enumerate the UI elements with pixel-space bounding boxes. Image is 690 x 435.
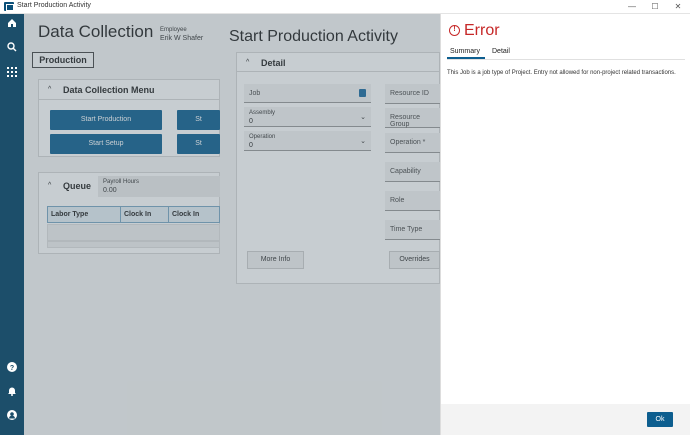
sidebar: ?: [0, 14, 24, 435]
bell-icon[interactable]: [0, 386, 24, 402]
search-icon[interactable]: [0, 42, 24, 58]
error-message: This Job is a job type of Project. Entry…: [447, 70, 676, 76]
apps-icon[interactable]: [0, 67, 24, 83]
help-icon[interactable]: ?: [0, 362, 24, 378]
ok-button[interactable]: Ok: [647, 412, 673, 427]
svg-text:?: ?: [10, 365, 14, 372]
error-dialog: ! Error Summary Detail This Job is a job…: [440, 14, 690, 435]
minimize-button[interactable]: —: [622, 1, 642, 13]
tab-summary[interactable]: Summary: [450, 48, 480, 55]
tab-detail[interactable]: Detail: [492, 48, 510, 55]
window-title: Start Production Activity: [17, 2, 91, 9]
app-icon: [4, 2, 14, 11]
error-title: Error: [464, 22, 500, 39]
tab-divider: [447, 59, 685, 60]
close-button[interactable]: ✕: [668, 1, 688, 13]
maximize-button[interactable]: ☐: [645, 1, 665, 13]
home-icon[interactable]: [0, 18, 24, 34]
modal-overlay: [24, 14, 440, 435]
user-icon[interactable]: [0, 410, 24, 426]
title-bar: Start Production Activity — ☐ ✕: [0, 0, 690, 14]
error-icon: !: [449, 25, 460, 36]
dialog-footer: Ok: [441, 404, 690, 435]
